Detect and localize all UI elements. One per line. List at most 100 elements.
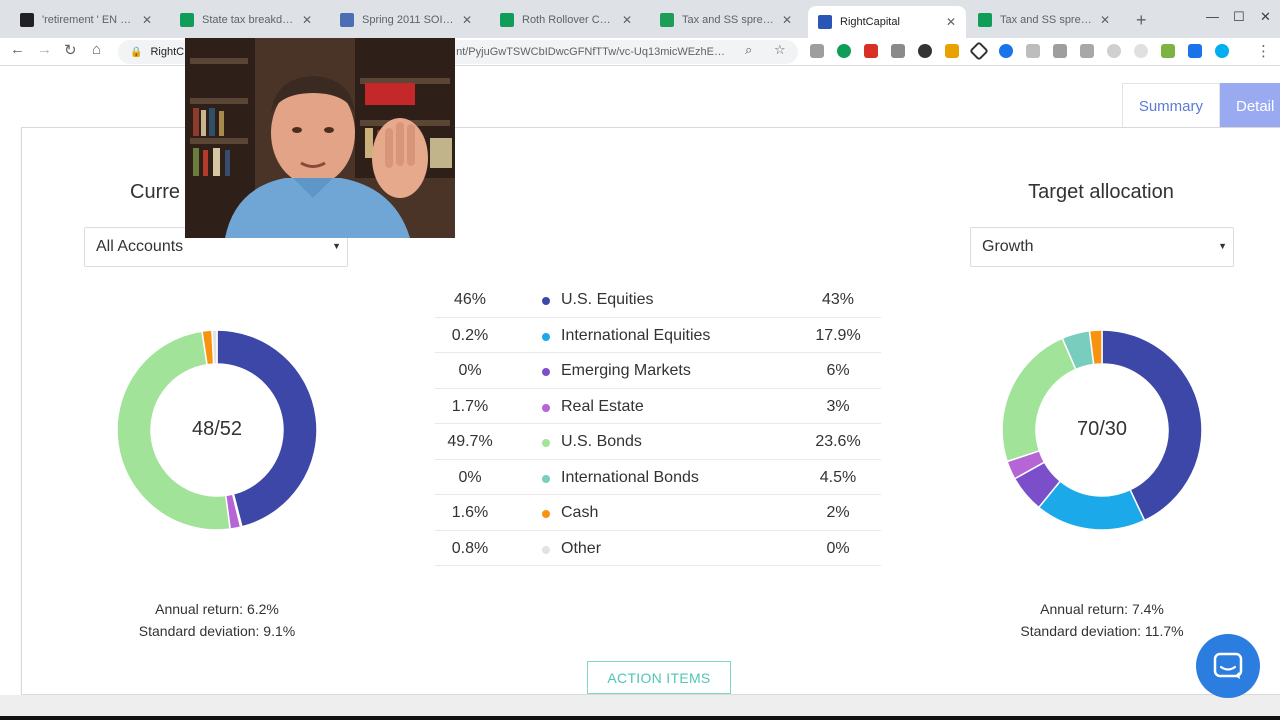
browser-tab-bar: 'retirement ' EN visual …✕State tax brea… (0, 0, 1280, 38)
extension-icon[interactable] (969, 41, 989, 61)
allocation-row: 0.8% Other 0% (435, 531, 881, 566)
legend-dot-icon (542, 510, 550, 518)
target-stats: Annual return: 7.4% Standard deviation: … (982, 598, 1222, 642)
action-items-button[interactable]: ACTION ITEMS (587, 661, 731, 694)
new-tab-button[interactable]: + (1136, 10, 1147, 31)
zoom-icon[interactable]: ⌕ (745, 42, 752, 58)
target-annual-return: Annual return: 7.4% (1040, 601, 1164, 617)
close-tab-icon[interactable]: ✕ (300, 13, 314, 27)
rightcapital-icon (818, 15, 832, 29)
screen-bottom-border (0, 716, 1280, 720)
legend-dot-icon (542, 439, 550, 447)
sheets-icon (500, 13, 514, 27)
extension-icon[interactable] (1080, 44, 1094, 58)
browser-tab[interactable]: Spring 2011 SOI Bulleti… ✕ (330, 6, 482, 34)
current-percent: 0.8% (451, 539, 489, 557)
model-select[interactable]: Growth ▼ (970, 227, 1234, 267)
url-path: nt/PyjuGwTSWCbIDwcGFNfTTw/vc-Uq13micWEzh… (456, 46, 725, 58)
current-percent: 1.6% (451, 504, 489, 521)
target-title: Target allocation (1028, 181, 1174, 203)
maximize-icon[interactable]: ☐ (1233, 9, 1245, 25)
lock-icon: 🔒 (130, 46, 143, 58)
extension-icon[interactable] (1026, 44, 1040, 58)
close-tab-icon[interactable]: ✕ (944, 15, 958, 29)
browser-tab-label: 'retirement ' EN visual … (42, 14, 136, 26)
extension-icon[interactable] (891, 44, 905, 58)
home-icon[interactable]: ⌂ (92, 41, 101, 58)
extension-icon[interactable] (1161, 44, 1175, 58)
reload-icon[interactable]: ↻ (64, 41, 77, 59)
legend-dot-icon (542, 297, 550, 305)
close-window-icon[interactable]: ✕ (1260, 9, 1271, 25)
view-tabs: Summary Detail (1121, 83, 1280, 129)
back-icon[interactable]: ← (10, 41, 25, 58)
target-percent: 6% (826, 362, 850, 379)
chat-support-button[interactable] (1196, 634, 1260, 698)
browser-tab[interactable]: RightCapital ✕ (808, 6, 966, 38)
target-percent: 0% (826, 539, 850, 557)
close-tab-icon[interactable]: ✕ (140, 13, 154, 27)
extension-icon[interactable] (918, 44, 932, 58)
asset-class-name: Cash (561, 504, 599, 521)
legend-dot-icon (542, 545, 550, 554)
extension-icon[interactable] (945, 44, 959, 58)
asset-class-name: U.S. Bonds (561, 433, 642, 450)
allocation-row: 46% U.S. Equities 43% (435, 282, 881, 318)
browser-tab-label: Tax and SS spreadshee… (682, 14, 776, 26)
asset-class-name: International Equities (561, 326, 711, 344)
target-percent: 23.6% (815, 433, 861, 450)
current-percent: 0.2% (451, 326, 489, 344)
forward-icon[interactable]: → (37, 41, 52, 58)
allocation-legend-table: 46% U.S. Equities 43% 0.2% International Equ… (435, 282, 881, 566)
browser-tab[interactable]: Tax and SS spreadshee… ✕ (968, 6, 1120, 34)
extension-icon[interactable] (999, 44, 1013, 58)
current-percent: 0% (458, 468, 482, 486)
document-icon (340, 13, 354, 27)
extension-icon[interactable] (810, 44, 824, 58)
allocation-row: 49.7% U.S. Bonds 23.6% (435, 424, 881, 460)
close-tab-icon[interactable]: ✕ (460, 13, 474, 27)
target-std-dev: Standard deviation: 11.7% (1020, 623, 1184, 639)
tab-summary[interactable]: Summary (1121, 83, 1220, 129)
legend-dot-icon (542, 403, 550, 412)
asset-class-name: International Bonds (561, 468, 699, 486)
tab-detail[interactable]: Detail (1220, 83, 1280, 129)
allocation-row: 0.2% International Equities 17.9% (435, 318, 881, 353)
target-donut-slice (1002, 337, 1077, 463)
sheets-icon (180, 13, 194, 27)
allocation-row: 1.7% Real Estate 3% (435, 389, 881, 424)
extension-icon[interactable] (1107, 44, 1121, 58)
close-tab-icon[interactable]: ✕ (620, 13, 634, 27)
allocation-row: 1.6% Cash 2% (435, 495, 881, 531)
chevron-down-icon: ▼ (332, 241, 341, 251)
asset-class-name: U.S. Equities (561, 291, 654, 308)
chevron-down-icon: ▼ (1218, 241, 1227, 251)
bookmark-star-icon[interactable]: ☆ (774, 42, 786, 58)
current-percent: 46% (453, 291, 487, 308)
menu-kebab-icon[interactable]: ⋮ (1256, 42, 1271, 60)
legend-dot-icon (542, 474, 550, 483)
url-host: RightC (150, 46, 185, 58)
allocation-row: 0% International Bonds 4.5% (435, 460, 881, 495)
browser-tab[interactable]: State tax breakdown - G… ✕ (170, 6, 322, 34)
extension-icon[interactable] (1053, 44, 1067, 58)
browser-tab[interactable]: Tax and SS spreadshee… ✕ (650, 6, 802, 34)
browser-tab-label: Spring 2011 SOI Bulleti… (362, 14, 456, 26)
browser-tab-label: Roth Rollover Compari… (522, 14, 616, 26)
browser-tab-label: Tax and SS spreadshee… (1000, 14, 1094, 26)
close-tab-icon[interactable]: ✕ (780, 13, 794, 27)
current-std-dev: Standard deviation: 9.1% (138, 623, 296, 639)
close-tab-icon[interactable]: ✕ (1098, 13, 1112, 27)
browser-tab[interactable]: Roth Rollover Compari… ✕ (490, 6, 642, 34)
current-donut-label: 48/52 (191, 418, 243, 440)
target-percent: 17.9% (815, 326, 861, 344)
extension-evernote-icon[interactable] (837, 44, 851, 58)
excel-icon (660, 13, 674, 27)
extension-icon[interactable] (1188, 44, 1202, 58)
minimize-icon[interactable]: — (1206, 9, 1219, 24)
browser-tab[interactable]: 'retirement ' EN visual … ✕ (10, 6, 162, 34)
extension-icon[interactable] (1134, 44, 1148, 58)
extension-pdf-icon[interactable] (864, 44, 878, 58)
presenter-video-image (185, 38, 455, 238)
skype-icon[interactable] (1215, 44, 1229, 58)
